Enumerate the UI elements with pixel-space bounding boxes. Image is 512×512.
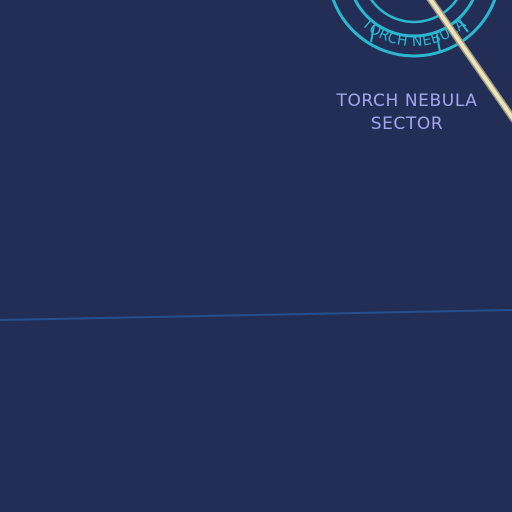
- sector-label[interactable]: TORCH NEBULA SECTOR: [322, 90, 492, 136]
- map-canvas[interactable]: TORCH NEBULA: [0, 0, 512, 512]
- map-viewport[interactable]: TORCH NEBULA TORCH NEBULA SECTOR: [0, 0, 512, 512]
- grid-line: [0, 309, 512, 321]
- sector-label-line2: SECTOR: [370, 114, 444, 134]
- nebula-core-ring: [370, 0, 458, 24]
- sector-label-line1: TORCH NEBULA: [336, 91, 478, 111]
- nebula-marker[interactable]: TORCH NEBULA: [328, 0, 500, 58]
